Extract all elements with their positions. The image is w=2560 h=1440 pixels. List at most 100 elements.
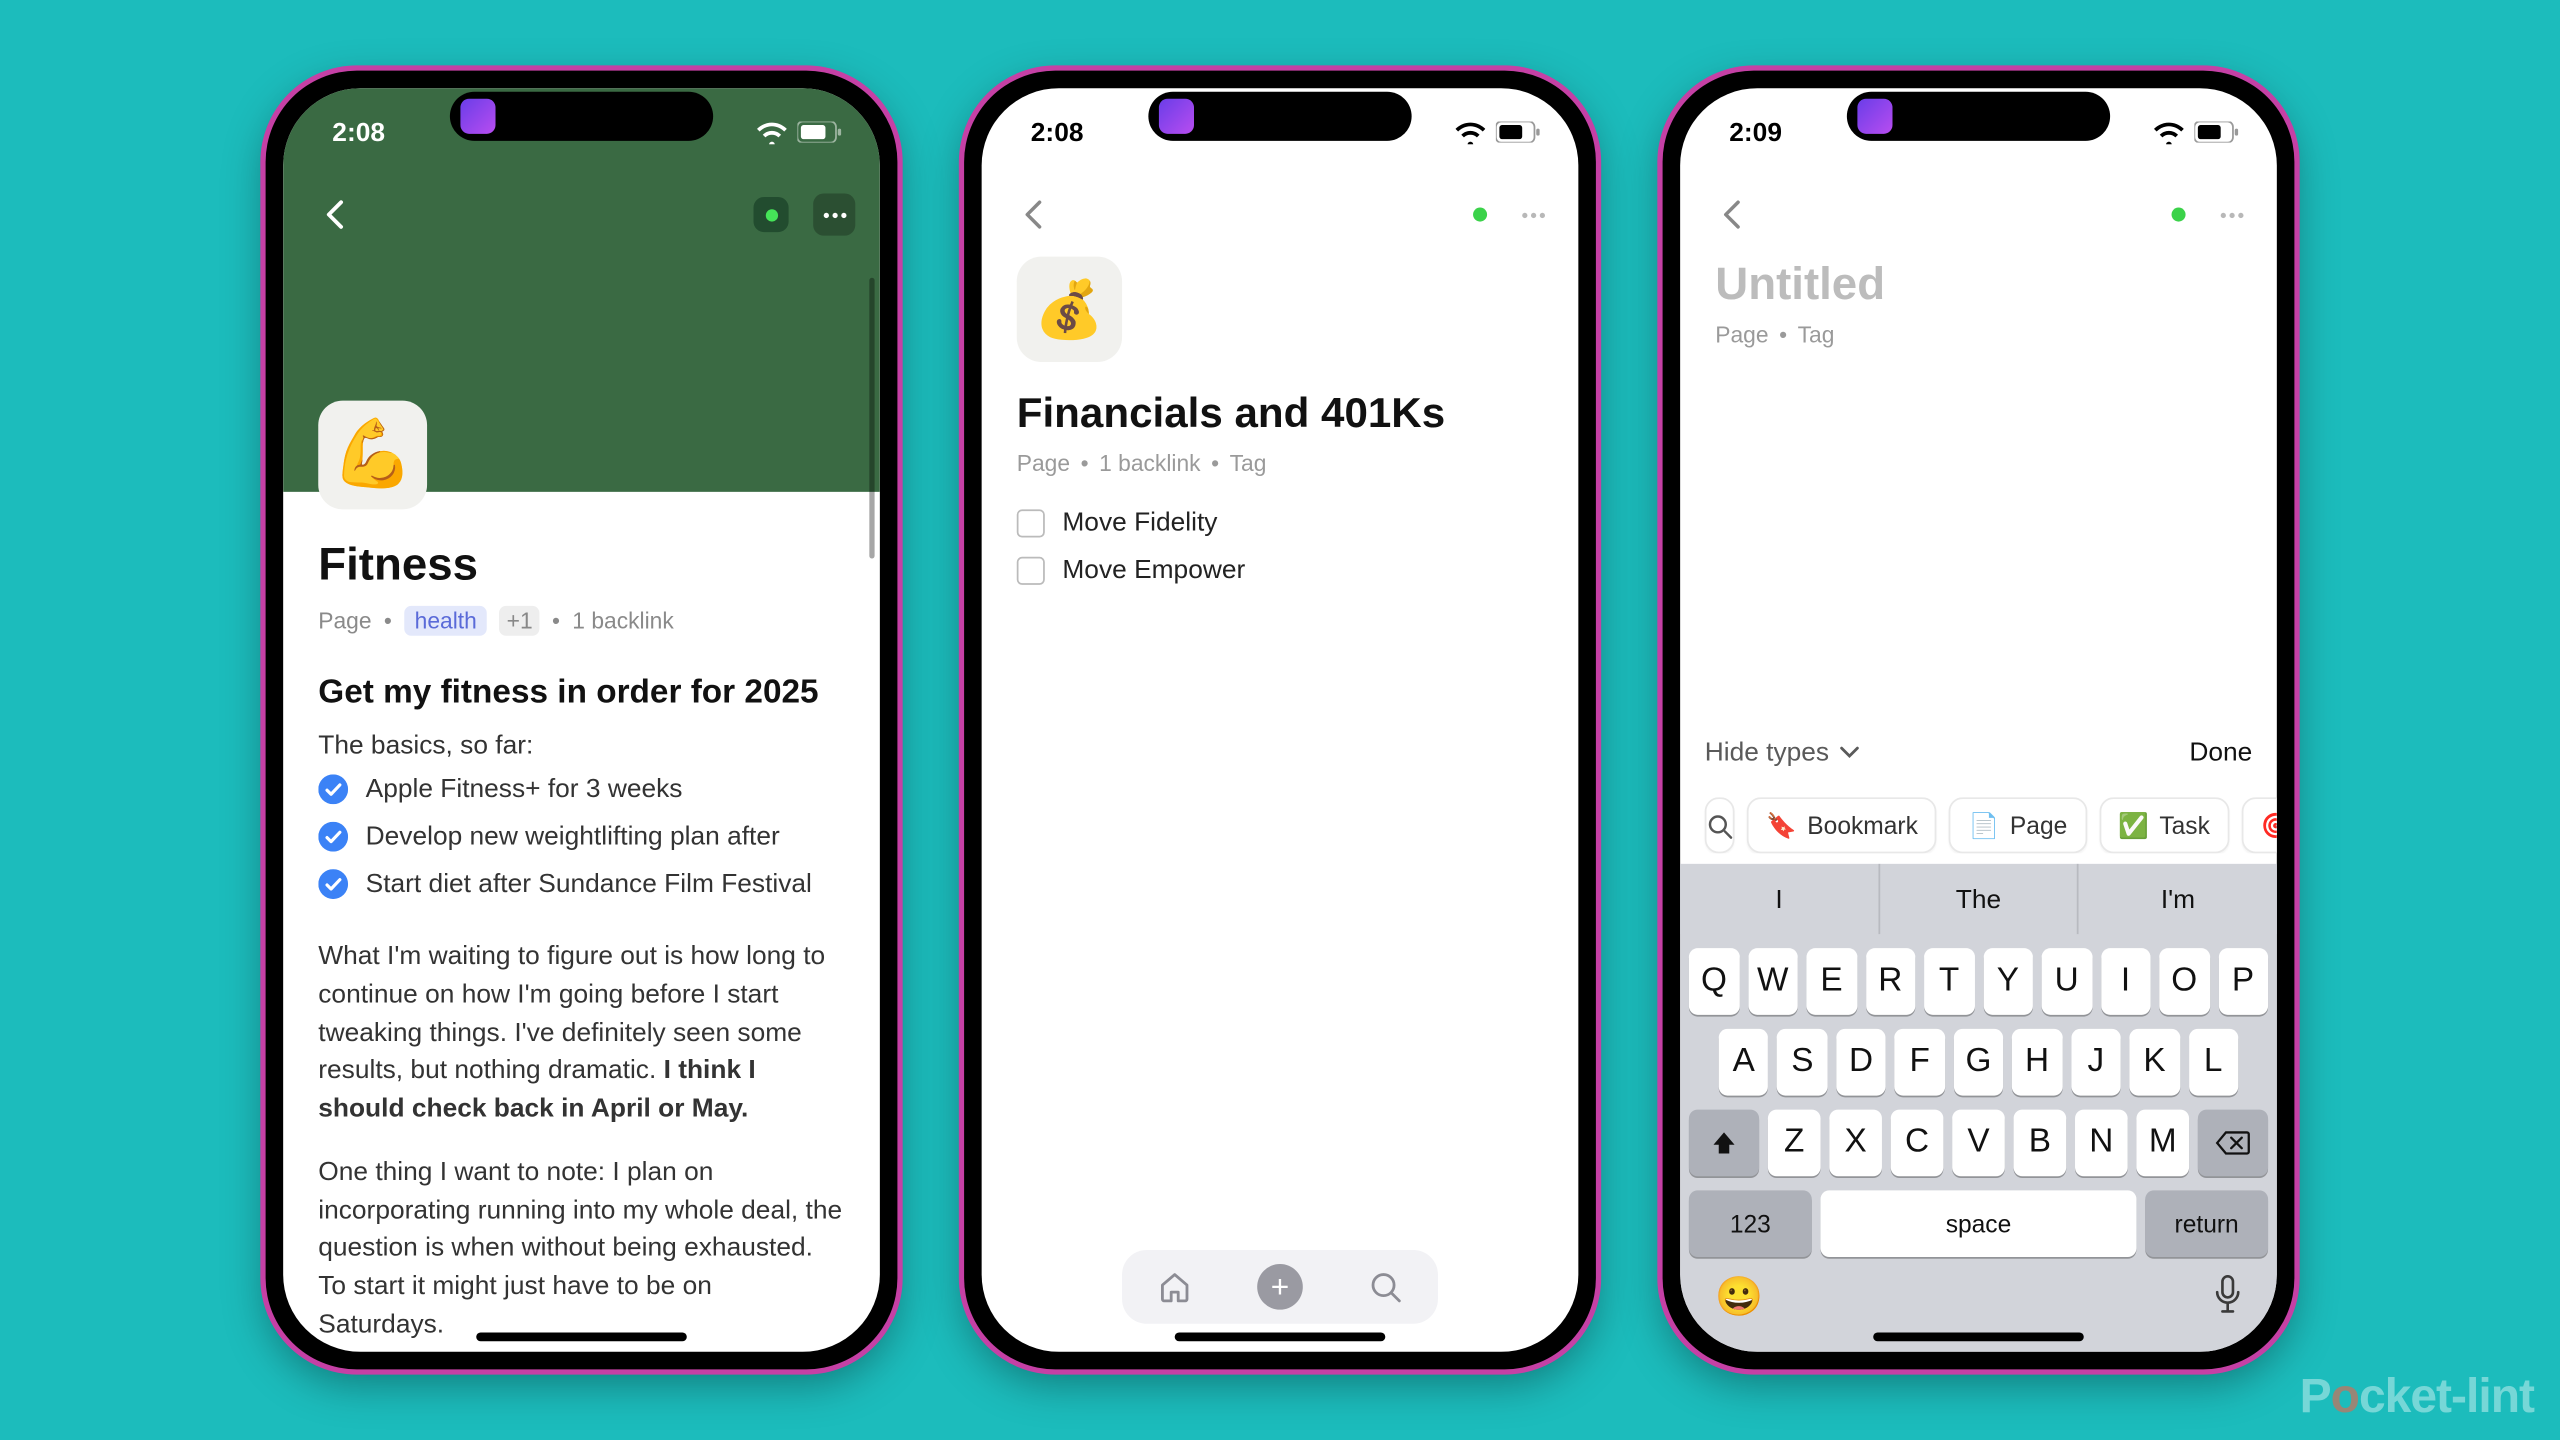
key-t[interactable]: T [1924, 948, 1974, 1015]
chip-project[interactable]: 🎯Pr [2241, 797, 2276, 853]
more-button[interactable] [813, 194, 855, 236]
status-time: 2:08 [1031, 117, 1084, 147]
sync-indicator[interactable] [754, 197, 789, 232]
back-button[interactable] [308, 188, 361, 241]
tag-placeholder[interactable]: Tag [1798, 322, 1835, 348]
screen: 2:08 💪 [283, 88, 880, 1352]
tag-placeholder[interactable]: Tag [1230, 450, 1267, 476]
status-time: 2:09 [1729, 117, 1782, 147]
suggestion[interactable]: The [1878, 864, 2077, 934]
key-j[interactable]: J [2071, 1029, 2121, 1096]
key-shift[interactable] [1689, 1110, 1759, 1177]
key-e[interactable]: E [1807, 948, 1857, 1015]
tag-health[interactable]: health [404, 606, 487, 636]
key-k[interactable]: K [2130, 1029, 2180, 1096]
battery-icon [797, 122, 841, 143]
dynamic-island [1148, 92, 1411, 141]
phone-triptych: 2:08 💪 [2, 4, 2557, 1436]
key-p[interactable]: P [2218, 948, 2268, 1015]
key-b[interactable]: B [2014, 1110, 2067, 1177]
check-done-icon [318, 869, 348, 899]
check-label: Apple Fitness+ for 3 weeks [366, 774, 683, 804]
check-item[interactable]: Start diet after Sundance Film Festival [318, 869, 845, 899]
key-backspace[interactable] [2198, 1110, 2268, 1177]
home-button[interactable] [1145, 1257, 1205, 1317]
hide-types-toggle[interactable]: Hide types [1705, 738, 1859, 768]
island-app-icon [1159, 99, 1194, 134]
page-icon: 📄 [1969, 810, 2000, 840]
emoji-button[interactable]: 😀 [1715, 1275, 1763, 1324]
todo-label: Move Empower [1062, 555, 1245, 585]
home-indicator[interactable] [1175, 1332, 1386, 1341]
todo-label: Move Fidelity [1062, 508, 1217, 538]
key-l[interactable]: L [2188, 1029, 2238, 1096]
check-item[interactable]: Apple Fitness+ for 3 weeks [318, 774, 845, 804]
key-a[interactable]: A [1719, 1029, 1769, 1096]
check-done-icon [318, 774, 348, 804]
chevron-down-icon [1840, 746, 1859, 758]
checkbox-icon[interactable] [1017, 556, 1045, 584]
tag-more[interactable]: +1 [500, 606, 540, 636]
task-icon: ✅ [2118, 810, 2149, 840]
back-button[interactable] [1705, 188, 1758, 241]
home-indicator[interactable] [476, 1332, 687, 1341]
key-f[interactable]: F [1895, 1029, 1945, 1096]
key-d[interactable]: D [1836, 1029, 1886, 1096]
add-button[interactable]: + [1250, 1257, 1310, 1317]
key-space[interactable]: space [1821, 1190, 2137, 1257]
page-meta: Page• Tag [1715, 322, 2241, 348]
dictation-button[interactable] [2214, 1275, 2242, 1324]
key-y[interactable]: Y [1983, 948, 2033, 1015]
home-indicator[interactable] [1873, 1332, 2084, 1341]
key-h[interactable]: H [2012, 1029, 2062, 1096]
checkbox-icon[interactable] [1017, 509, 1045, 537]
sync-indicator[interactable] [2172, 208, 2186, 222]
wifi-icon [2154, 121, 2184, 144]
section-sub: The basics, so far: [318, 731, 845, 761]
chip-task[interactable]: ✅Task [2099, 797, 2229, 853]
status-time: 2:08 [332, 117, 385, 147]
suggestion[interactable]: I'm [2077, 864, 2276, 934]
key-q[interactable]: Q [1689, 948, 1739, 1015]
chip-page[interactable]: 📄Page [1949, 797, 2086, 853]
done-button[interactable]: Done [2189, 738, 2252, 768]
nav-row [1680, 176, 2277, 253]
more-button[interactable] [1512, 194, 1554, 236]
search-button[interactable] [1355, 1257, 1415, 1317]
wifi-icon [1456, 121, 1486, 144]
key-r[interactable]: R [1865, 948, 1915, 1015]
key-s[interactable]: S [1777, 1029, 1827, 1096]
key-o[interactable]: O [2159, 948, 2209, 1015]
island-app-icon [1857, 99, 1892, 134]
key-m[interactable]: M [2136, 1110, 2189, 1177]
backlink-count[interactable]: 1 backlink [572, 608, 673, 634]
meta-type: Page [1017, 450, 1070, 476]
key-return[interactable]: return [2145, 1190, 2268, 1257]
wifi-icon [757, 121, 787, 144]
key-v[interactable]: V [1952, 1110, 2005, 1177]
key-i[interactable]: I [2100, 948, 2150, 1015]
key-c[interactable]: C [1891, 1110, 1944, 1177]
chip-bookmark[interactable]: 🔖Bookmark [1747, 797, 1937, 853]
sync-indicator[interactable] [1473, 208, 1487, 222]
key-n[interactable]: N [2075, 1110, 2128, 1177]
chip-search[interactable] [1705, 797, 1735, 853]
check-item[interactable]: Develop new weightlifting plan after [318, 822, 845, 852]
suggestion[interactable]: I [1680, 864, 1878, 934]
nav-row [283, 176, 880, 253]
key-x[interactable]: X [1829, 1110, 1882, 1177]
page-icon[interactable]: 💪 [318, 401, 427, 510]
backlink-count[interactable]: 1 backlink [1099, 450, 1200, 476]
todo-item[interactable]: Move Fidelity [1017, 508, 1544, 538]
scrollbar[interactable] [869, 278, 874, 559]
key-z[interactable]: Z [1768, 1110, 1821, 1177]
back-button[interactable] [1006, 188, 1059, 241]
key-numbers[interactable]: 123 [1689, 1190, 1812, 1257]
key-u[interactable]: U [2042, 948, 2092, 1015]
key-w[interactable]: W [1748, 948, 1798, 1015]
page-icon[interactable]: 💰 [1017, 257, 1122, 362]
page-title-placeholder[interactable]: Untitled [1715, 257, 2241, 311]
todo-item[interactable]: Move Empower [1017, 555, 1544, 585]
more-button[interactable] [2210, 194, 2252, 236]
key-g[interactable]: G [1953, 1029, 2003, 1096]
